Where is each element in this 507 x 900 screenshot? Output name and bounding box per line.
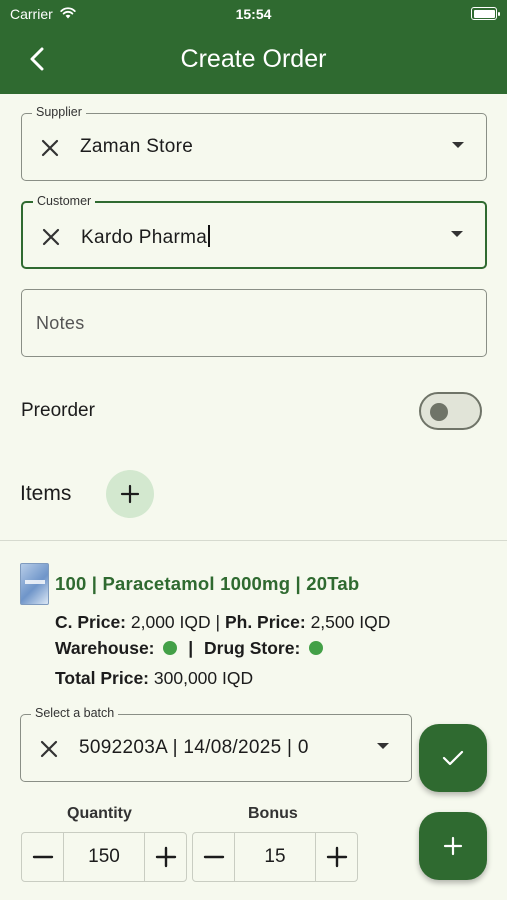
product-image: [20, 563, 49, 605]
bonus-increment-button[interactable]: [316, 833, 357, 881]
dropdown-arrow-icon[interactable]: [451, 231, 463, 237]
notes-placeholder: Notes: [36, 313, 85, 333]
preorder-toggle[interactable]: [419, 392, 482, 430]
bonus-input[interactable]: 15: [234, 833, 316, 881]
add-fab-button[interactable]: [419, 812, 487, 880]
dropdown-arrow-icon[interactable]: [452, 142, 464, 148]
quantity-stepper[interactable]: 150: [21, 832, 187, 882]
customer-value: Kardo Pharma: [81, 227, 208, 248]
quantity-label: Quantity: [67, 805, 132, 822]
customer-label: Customer: [33, 194, 96, 208]
total-line: Total Price: 300,000 IQD: [55, 668, 253, 689]
minus-icon: [203, 855, 224, 859]
quantity-input[interactable]: 150: [63, 833, 145, 881]
clear-batch-icon[interactable]: [37, 737, 61, 761]
dropdown-arrow-icon[interactable]: [377, 743, 389, 749]
c-price-value: 2,000 IQD: [130, 612, 211, 632]
price-separator: |: [215, 612, 221, 632]
battery-icon: [471, 7, 500, 20]
clear-supplier-icon[interactable]: [38, 136, 62, 160]
supplier-label: Supplier: [32, 105, 86, 119]
plus-icon: [155, 846, 176, 868]
ph-price-value: 2,500 IQD: [310, 612, 391, 632]
add-item-button[interactable]: [106, 470, 154, 518]
drug-store-status-icon: [309, 641, 324, 655]
notes-field[interactable]: Notes: [21, 289, 487, 357]
availability-line: Warehouse: | Drug Store:: [55, 638, 324, 659]
batch-value: 5092203A | 14/08/2025 | 0: [79, 737, 309, 758]
quantity-increment-button[interactable]: [145, 833, 186, 881]
preorder-label: Preorder: [21, 400, 95, 421]
minus-icon: [32, 855, 53, 859]
text-cursor: [208, 225, 211, 247]
clock: 15:54: [235, 6, 272, 22]
supplier-value: Zaman Store: [80, 136, 194, 157]
supplier-dropdown[interactable]: Supplier Zaman Store: [21, 105, 487, 181]
drug-store-label: Drug Store:: [204, 638, 301, 658]
warehouse-label: Warehouse:: [55, 638, 155, 658]
check-icon: [442, 750, 464, 766]
total-price-label: Total Price:: [55, 668, 150, 688]
price-line: C. Price: 2,000 IQD | Ph. Price: 2,500 I…: [55, 612, 390, 633]
toggle-knob: [430, 403, 448, 421]
total-price-value: 300,000 IQD: [153, 668, 254, 688]
product-title: 100 | Paracetamol 1000mg | 20Tab: [55, 573, 360, 594]
batch-label: Select a batch: [31, 706, 119, 720]
ph-price-label: Ph. Price:: [224, 612, 306, 632]
warehouse-status-icon: [163, 641, 178, 655]
customer-dropdown[interactable]: Customer Kardo Pharma: [21, 194, 487, 269]
bonus-decrement-button[interactable]: [193, 833, 234, 881]
confirm-order-button[interactable]: [419, 724, 487, 792]
clear-customer-icon[interactable]: [39, 225, 63, 249]
page-title: Create Order: [180, 45, 327, 73]
items-heading: Items: [20, 482, 72, 505]
quantity-decrement-button[interactable]: [22, 833, 63, 881]
availability-separator: |: [188, 638, 194, 658]
plus-icon: [326, 846, 347, 868]
app-header: Carrier 15:54 Create Order: [0, 0, 507, 94]
status-bar: Carrier 15:54: [0, 0, 507, 28]
divider: [0, 540, 507, 541]
plus-icon: [443, 836, 463, 856]
plus-icon: [120, 484, 140, 504]
batch-dropdown[interactable]: Select a batch 5092203A | 14/08/2025 | 0: [20, 706, 412, 782]
bonus-stepper[interactable]: 15: [192, 832, 358, 882]
c-price-label: C. Price:: [55, 612, 126, 632]
bonus-label: Bonus: [248, 805, 298, 822]
